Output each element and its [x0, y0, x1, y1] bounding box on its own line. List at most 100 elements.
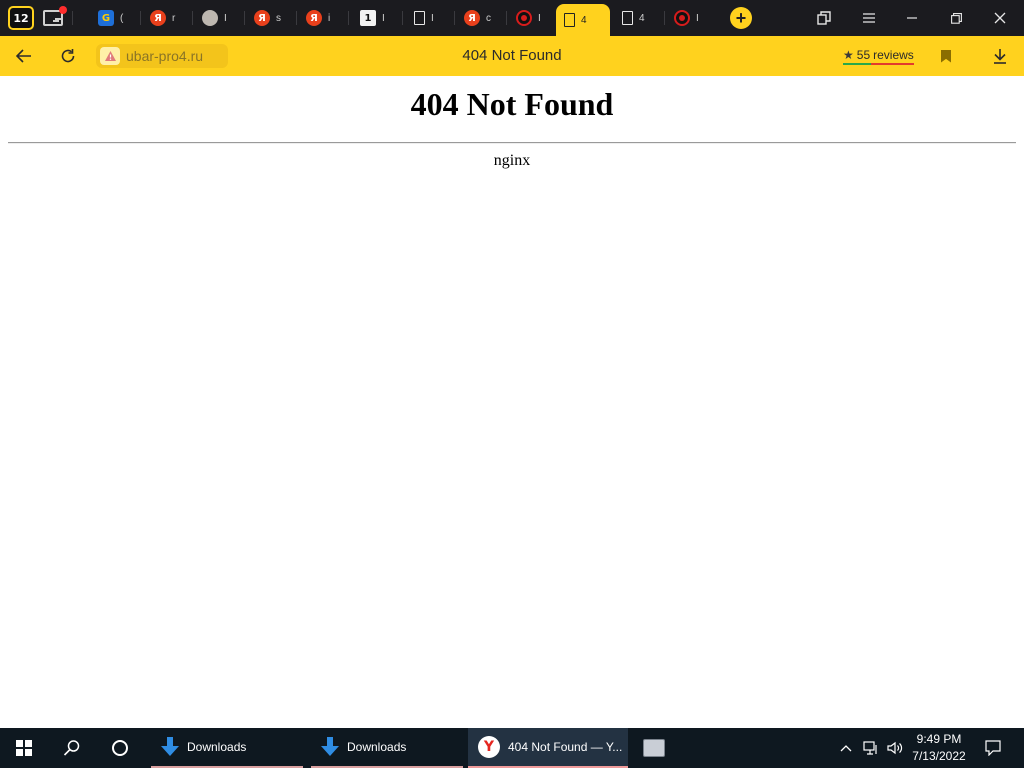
tab-strip: 12 G ( Я r I Я s Я i 1 I I Я c I 4 4 I + [0, 0, 1024, 36]
menu-button[interactable] [858, 4, 880, 32]
tab-7[interactable]: I [406, 4, 454, 32]
tab-6[interactable]: 1 I [352, 4, 402, 32]
warning-icon[interactable] [100, 47, 120, 65]
taskbar-item-label: Downloads [347, 740, 407, 754]
tab-title: 4 [639, 12, 645, 24]
url-field[interactable]: ubar-pro4.ru [96, 44, 228, 68]
download-folder-icon [321, 737, 339, 757]
tab-2[interactable]: Я r [142, 4, 192, 32]
tab-groups-button[interactable] [40, 4, 67, 32]
downloads-button[interactable] [988, 44, 1012, 68]
tab-separator [244, 11, 245, 25]
download-folder-icon [161, 737, 179, 757]
tab-12[interactable]: I [666, 4, 714, 32]
search-button[interactable] [48, 728, 96, 768]
restore-button[interactable] [944, 4, 968, 32]
folder-icon [43, 6, 67, 26]
yandex-icon: Я [306, 10, 322, 26]
show-hidden-icons-button[interactable] [836, 728, 856, 768]
notifications-button[interactable] [978, 728, 1008, 768]
tab-separator [664, 11, 665, 25]
tab-title: I [538, 12, 541, 24]
cortana-icon [112, 740, 128, 756]
cortana-button[interactable] [96, 728, 144, 768]
tab-4[interactable]: Я s [246, 4, 296, 32]
tab-title: c [486, 12, 491, 24]
tab-10-active[interactable]: 4 [556, 4, 610, 36]
divider [8, 142, 1016, 144]
minimize-button[interactable] [900, 4, 924, 32]
tab-1[interactable]: G ( [90, 4, 140, 32]
network-icon [863, 741, 877, 755]
tab-separator [348, 11, 349, 25]
taskbar-yandex-browser[interactable]: Y 404 Not Found — Y... [468, 728, 628, 768]
network-button[interactable] [860, 728, 882, 768]
tab-title: I [224, 12, 227, 24]
tab-separator [296, 11, 297, 25]
tab-title: I [431, 12, 434, 24]
bookmark-button[interactable] [936, 44, 956, 68]
chevron-up-icon [840, 745, 852, 752]
collections-button[interactable] [812, 4, 836, 32]
tab-5[interactable]: Я i [298, 4, 348, 32]
taskbar: Downloads Downloads Y 404 Not Found — Y.… [0, 728, 1024, 768]
document-icon [414, 11, 425, 25]
reviews-label: reviews [873, 48, 914, 62]
tab-separator [192, 11, 193, 25]
record-icon [674, 10, 690, 26]
taskbar-item-label: Downloads [187, 740, 247, 754]
tab-title: I [696, 12, 699, 24]
yandex-icon: Я [464, 10, 480, 26]
minimize-icon [907, 17, 917, 19]
taskbar-downloads-1[interactable]: Downloads [151, 728, 303, 768]
tabs-counter-button[interactable]: 12 [6, 4, 36, 32]
server-name: nginx [493, 152, 531, 169]
tab-8[interactable]: Я c [456, 4, 506, 32]
hamburger-icon [863, 13, 875, 23]
taskbar-downloads-2[interactable]: Downloads [311, 728, 463, 768]
system-clock[interactable]: 9:49 PM 7/13/2022 [905, 731, 973, 765]
tab-separator [506, 11, 507, 25]
clock-time: 9:49 PM [916, 732, 962, 746]
taskbar-item-label: 404 Not Found — Y... [508, 740, 623, 754]
yandex-icon: Я [150, 10, 166, 26]
reviews-count: 55 [856, 48, 871, 62]
start-button[interactable] [0, 728, 48, 768]
tab-9[interactable]: I [508, 4, 556, 32]
reviews-widget[interactable]: ★ 55 reviews [843, 47, 914, 65]
restore-icon [950, 12, 962, 24]
windows-logo-icon [16, 740, 32, 756]
error-heading: 404 Not Found [410, 86, 614, 122]
tab-3[interactable]: I [194, 4, 244, 32]
bookmark-icon [941, 49, 951, 63]
download-icon [994, 49, 1006, 64]
avatar-icon [202, 10, 218, 26]
number-one-icon: 1 [360, 10, 376, 26]
document-icon [564, 13, 575, 27]
document-icon [622, 11, 633, 25]
notification-icon [985, 740, 1001, 756]
taskbar-printer[interactable] [640, 728, 668, 768]
printer-icon [643, 739, 665, 757]
new-tab-button[interactable]: + [729, 4, 753, 32]
close-icon [994, 12, 1006, 24]
url-text[interactable]: ubar-pro4.ru [126, 48, 203, 64]
google-icon: G [98, 10, 114, 26]
volume-button[interactable] [884, 728, 906, 768]
reload-icon [61, 49, 75, 63]
page-content: 404 Not Found nginx [0, 76, 1024, 728]
back-button[interactable] [12, 44, 36, 68]
search-icon [63, 740, 80, 756]
tab-title: 4 [581, 14, 587, 26]
page-title: 404 Not Found [462, 47, 562, 64]
tab-title: r [172, 12, 176, 24]
tab-separator [454, 11, 455, 25]
close-window-button[interactable] [988, 4, 1012, 32]
reload-button[interactable] [56, 44, 80, 68]
star-icon: ★ [843, 48, 854, 62]
tab-title: I [382, 12, 385, 24]
tabs-count: 12 [13, 11, 29, 25]
yandex-icon: Я [254, 10, 270, 26]
tab-11[interactable]: 4 [614, 4, 664, 32]
tabs-home-icon: 12 [8, 6, 34, 30]
